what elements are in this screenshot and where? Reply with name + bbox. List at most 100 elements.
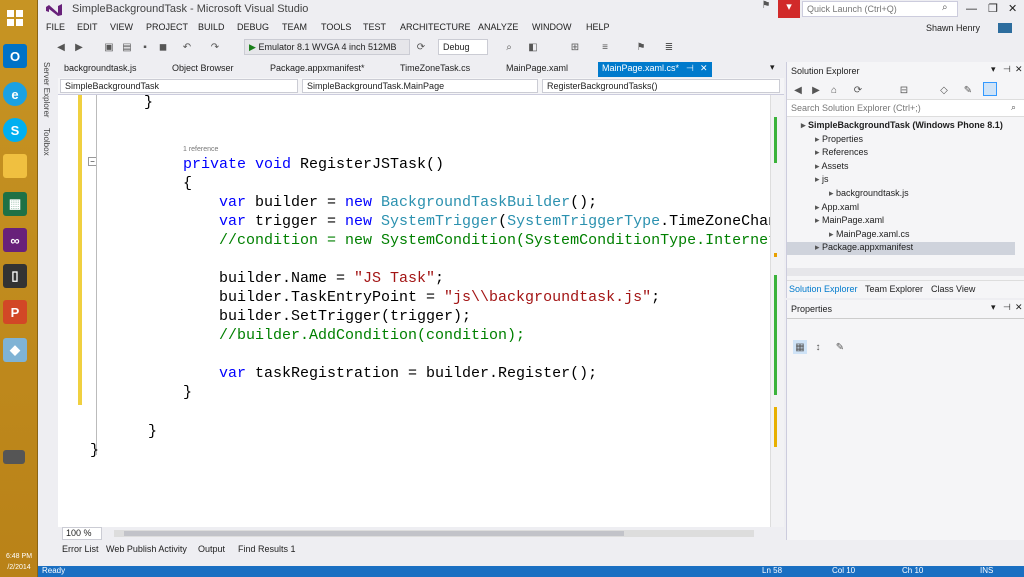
preview-toggle-icon[interactable] <box>983 82 997 96</box>
code-editor[interactable]: − } 1 reference private void RegisterJST… <box>58 94 784 527</box>
tab-web-publish-activity[interactable]: Web Publish Activity <box>106 544 187 554</box>
member-dropdown[interactable]: RegisterBackgroundTasks() <box>542 79 780 93</box>
menu-help[interactable]: HELP <box>586 22 610 32</box>
tree-item[interactable]: ▸ js <box>787 174 1015 187</box>
expand-arrow-icon[interactable]: ▸ <box>815 215 822 225</box>
save-icon[interactable]: ▪ <box>138 40 152 54</box>
save-all-icon[interactable]: ◼ <box>156 40 170 54</box>
redo-icon[interactable]: ↷ <box>208 40 222 54</box>
categorized-icon[interactable]: ▦ <box>793 340 807 354</box>
tree-item[interactable]: ▸ Assets <box>787 161 1015 174</box>
expand-arrow-icon[interactable]: ▸ <box>815 134 822 144</box>
tab-team-explorer[interactable]: Team Explorer <box>865 284 923 294</box>
visual-studio-icon[interactable]: ∞ <box>3 228 27 252</box>
find-icon[interactable]: ⌕ <box>502 40 516 54</box>
solution-search-icon[interactable]: ⌕ <box>1011 102 1016 113</box>
tab-solution-explorer[interactable]: Solution Explorer <box>789 284 858 294</box>
vertical-scrollbar[interactable] <box>770 95 784 527</box>
collapse-all-icon[interactable]: ⊟ <box>897 83 911 97</box>
menu-build[interactable]: BUILD <box>198 22 225 32</box>
new-project-icon[interactable]: ▣ <box>102 40 116 54</box>
se-back-icon[interactable]: ◀ <box>791 83 805 97</box>
tree-item[interactable]: ▸ backgroundtask.js <box>787 188 1015 201</box>
configuration-dropdown[interactable]: Debug <box>438 39 488 55</box>
panel-close-icon[interactable]: ✕ <box>1015 64 1023 75</box>
horizontal-scrollbar[interactable] <box>114 530 754 537</box>
powerpoint-icon[interactable]: P <box>3 300 27 324</box>
keyboard-icon[interactable] <box>3 450 25 464</box>
tab-package-appxmanifest[interactable]: Package.appxmanifest* <box>270 63 365 73</box>
tab-timezonetask-cs[interactable]: TimeZoneTask.cs <box>400 63 470 73</box>
menu-team[interactable]: TEAM <box>282 22 307 32</box>
server-explorer-tab[interactable]: Server Explorer <box>42 62 51 118</box>
close-button[interactable]: ✕ <box>1008 2 1017 15</box>
menu-tools[interactable]: TOOLS <box>321 22 351 32</box>
menu-edit[interactable]: EDIT <box>77 22 98 32</box>
flag-icon[interactable]: ⚑ <box>634 40 648 54</box>
zoom-dropdown[interactable]: 100 % <box>62 527 102 540</box>
search-icon[interactable]: ⌕ <box>942 2 948 13</box>
store-icon[interactable]: ▦ <box>3 192 27 216</box>
tab-class-view[interactable]: Class View <box>931 284 975 294</box>
menu-window[interactable]: WINDOW <box>532 22 572 32</box>
expand-arrow-icon[interactable]: ▸ <box>801 120 808 130</box>
tree-item[interactable]: ▸ MainPage.xaml <box>787 215 1015 228</box>
expand-arrow-icon[interactable]: ▸ <box>815 147 822 157</box>
props-close-icon[interactable]: ✕ <box>1015 302 1023 313</box>
tab-mainpage-xaml[interactable]: MainPage.xaml <box>506 63 568 73</box>
toolbox-tab[interactable]: Toolbox <box>42 128 51 156</box>
menu-debug[interactable]: DEBUG <box>237 22 269 32</box>
restore-button[interactable]: ❐ <box>988 2 998 15</box>
expand-arrow-icon[interactable]: ▸ <box>829 229 836 239</box>
props-pin-icon[interactable]: ⊣ <box>1003 302 1011 313</box>
undo-icon[interactable]: ↶ <box>180 40 194 54</box>
tree-item[interactable]: ▸ References <box>787 147 1015 160</box>
panel-pin-icon[interactable]: ⊣ <box>1003 64 1011 75</box>
tab-overflow-icon[interactable]: ▾ <box>770 62 775 73</box>
indent-icon[interactable]: ≡ <box>598 40 612 54</box>
se-horizontal-scrollbar[interactable] <box>787 268 1024 276</box>
avatar[interactable] <box>998 23 1012 33</box>
tab-object-browser[interactable]: Object Browser <box>172 63 234 73</box>
minimize-button[interactable]: — <box>966 3 977 15</box>
quick-launch-input[interactable]: Quick Launch (Ctrl+Q) <box>802 1 958 17</box>
back-icon[interactable]: ◀ <box>54 40 68 54</box>
sync-icon[interactable]: ⟳ <box>851 83 865 97</box>
notification-flag-icon[interactable]: ⚑ <box>758 0 774 16</box>
bookmark-icon[interactable]: ◧ <box>526 40 540 54</box>
solution-search-input[interactable]: Search Solution Explorer (Ctrl+;) <box>787 100 1024 117</box>
alphabetical-icon[interactable]: ↕ <box>811 340 825 354</box>
home-icon[interactable]: ⌂ <box>827 83 841 97</box>
reference-count[interactable]: 1 reference <box>183 146 218 153</box>
expand-arrow-icon[interactable]: ▸ <box>815 174 822 184</box>
forward-icon[interactable]: ▶ <box>72 40 86 54</box>
feedback-icon[interactable]: ▾ <box>778 0 800 18</box>
run-target-button[interactable]: ▶ Emulator 8.1 WVGA 4 inch 512MB <box>244 39 410 55</box>
tab-error-list[interactable]: Error List <box>62 544 99 554</box>
panel-menu-icon[interactable]: ▾ <box>991 64 996 75</box>
app-icon[interactable]: ◆ <box>3 338 27 362</box>
tree-item[interactable]: ▸ Package.appxmanifest <box>787 242 1015 256</box>
menu-architecture[interactable]: ARCHITECTURE <box>400 22 471 32</box>
scroll-thumb[interactable] <box>124 531 624 536</box>
pin-icon[interactable]: ⊣ <box>686 63 694 74</box>
solution-tools-icon[interactable]: ⊞ <box>568 40 582 54</box>
menu-test[interactable]: TEST <box>363 22 386 32</box>
tree-item[interactable]: ▸ MainPage.xaml.cs <box>787 229 1015 242</box>
outlook-icon[interactable]: O <box>3 44 27 68</box>
expand-arrow-icon[interactable]: ▸ <box>815 242 822 252</box>
tab-output[interactable]: Output <box>198 544 225 554</box>
clock-time[interactable]: 6:48 PM <box>0 553 38 560</box>
open-folder-icon[interactable]: ▤ <box>120 40 134 54</box>
internet-explorer-icon[interactable]: e <box>3 82 27 106</box>
comment-icon[interactable]: ≣ <box>662 40 676 54</box>
menu-project[interactable]: PROJECT <box>146 22 188 32</box>
menu-view[interactable]: VIEW <box>110 22 133 32</box>
project-dropdown[interactable]: SimpleBackgroundTask <box>60 79 298 93</box>
start-button[interactable] <box>3 6 27 30</box>
code-view-icon[interactable]: ◇ <box>937 83 951 97</box>
signed-in-user[interactable]: Shawn Henry <box>926 23 980 33</box>
file-explorer-icon[interactable] <box>3 154 27 178</box>
tree-item[interactable]: ▸ SimpleBackgroundTask (Windows Phone 8.… <box>787 120 1015 133</box>
property-pages-icon[interactable]: ✎ <box>833 340 847 354</box>
